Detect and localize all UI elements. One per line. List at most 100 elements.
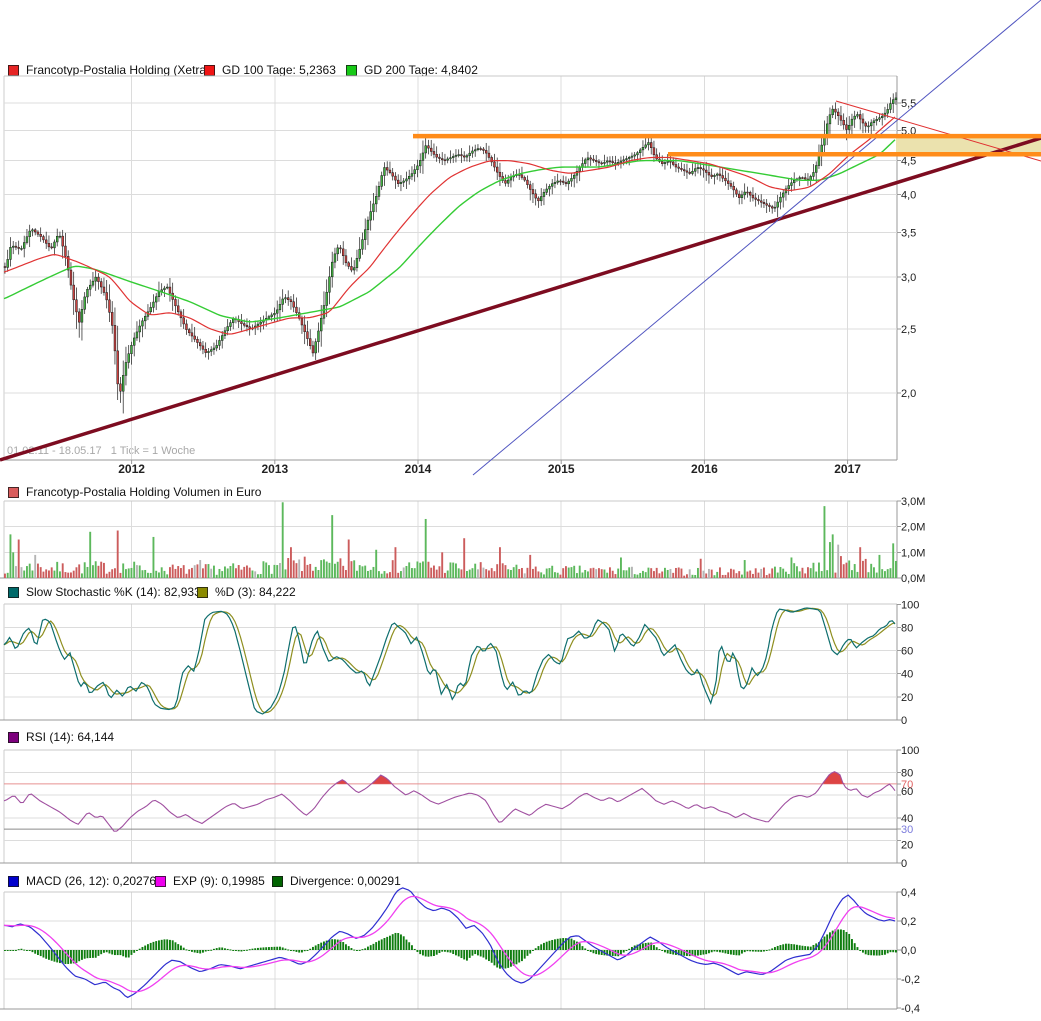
divergence-bar — [21, 949, 23, 950]
divergence-bar — [749, 950, 751, 951]
candle-body — [334, 254, 336, 262]
candle-body — [304, 325, 306, 332]
candle-body — [34, 230, 36, 232]
divergence-bar — [472, 950, 474, 956]
candle-body — [747, 192, 749, 193]
divergence-bar — [568, 938, 570, 950]
divergence-bar — [301, 950, 303, 952]
volume-bar — [265, 563, 267, 578]
divergence-bar — [796, 945, 798, 950]
candle-body — [774, 207, 776, 208]
divergence-bar — [362, 949, 364, 950]
volume-bar — [208, 564, 210, 578]
candle-body — [540, 197, 542, 201]
candle-body — [287, 298, 289, 300]
volume-bar — [111, 569, 113, 578]
volume-bar — [447, 571, 449, 578]
volume-bar — [802, 568, 804, 578]
volume-bar — [551, 566, 553, 578]
divergence-bar — [890, 950, 892, 952]
divergence-bar — [216, 948, 218, 950]
candle-body — [318, 331, 320, 342]
divergence-bar — [194, 950, 196, 953]
volume-bar — [73, 571, 75, 578]
volume-bar — [675, 568, 677, 578]
candle-body — [648, 143, 650, 145]
divergence-bar — [848, 934, 850, 950]
candle-body — [175, 299, 177, 305]
volume-bar — [10, 534, 12, 578]
candle-body — [323, 305, 325, 318]
volume-bar — [65, 572, 67, 578]
volume-bar — [895, 561, 897, 578]
divergence-bar — [257, 948, 259, 950]
volume-bar — [601, 569, 603, 578]
candle-body — [329, 277, 331, 292]
candle-body — [483, 149, 485, 150]
volume-bar — [51, 567, 53, 578]
volume-bar — [697, 568, 699, 578]
divergence-bar — [447, 950, 449, 952]
divergence-bar — [667, 950, 669, 953]
divergence-bar — [741, 950, 743, 954]
divergence-bar — [626, 950, 628, 951]
candle-body — [78, 312, 80, 322]
volume-bar — [628, 567, 630, 578]
volume-bar — [296, 563, 298, 578]
volume-bar — [617, 569, 619, 578]
divergence-bar — [169, 940, 171, 950]
volume-bar — [604, 570, 606, 578]
divergence-bar — [428, 950, 430, 957]
divergence-bar — [700, 950, 702, 955]
volume-bar — [257, 574, 259, 578]
divergence-bar — [524, 950, 526, 959]
divergence-bar — [670, 950, 672, 954]
divergence-bar — [238, 950, 240, 951]
divergence-bar — [120, 950, 122, 955]
divergence-bar — [714, 950, 716, 951]
candle-body — [472, 151, 474, 153]
candle-body — [150, 307, 152, 311]
y-tick-label: 100 — [901, 745, 919, 757]
divergence-bar — [373, 944, 375, 950]
volume-bar — [43, 572, 45, 578]
candle-body — [208, 351, 210, 352]
volume-bar — [425, 519, 427, 578]
candle-body — [626, 159, 628, 160]
candle-body — [645, 145, 647, 147]
volume-bar — [246, 565, 248, 578]
chart-canvas[interactable]: 5,55,04,54,03,53,02,52,03,0M2,0M1,0M0,0M… — [0, 0, 1041, 1021]
volume-bar — [774, 567, 776, 578]
volume-bar — [472, 568, 474, 578]
volume-bar — [436, 570, 438, 578]
divergence-bar — [725, 950, 727, 953]
divergence-bar — [474, 950, 476, 954]
candle-body — [813, 172, 815, 176]
volume-bar — [491, 568, 493, 578]
volume-bar — [131, 568, 133, 578]
volume-bar — [642, 571, 644, 578]
candle-body — [89, 285, 91, 289]
divergence-bar — [230, 949, 232, 950]
volume-bar — [703, 571, 705, 578]
volume-bar — [183, 565, 185, 578]
divergence-bar — [186, 949, 188, 950]
volume-bar — [659, 573, 661, 578]
divergence-bar — [760, 950, 762, 952]
divergence-bar — [656, 947, 658, 950]
y-tick-label: 0 — [901, 858, 907, 870]
candle-body — [307, 332, 309, 339]
divergence-bar — [483, 950, 485, 958]
gridlines — [0, 76, 901, 1009]
volume-bar — [320, 560, 322, 578]
candle-body — [879, 118, 881, 120]
volume-bar — [510, 570, 512, 578]
candle-body — [703, 169, 705, 170]
volume-bar — [549, 568, 551, 578]
divergence-bar — [488, 950, 490, 961]
candle-body — [364, 230, 366, 240]
volume-bar — [516, 565, 518, 578]
divergence-bar — [307, 950, 309, 951]
divergence-bar — [254, 948, 256, 950]
volume-bar — [546, 569, 548, 578]
